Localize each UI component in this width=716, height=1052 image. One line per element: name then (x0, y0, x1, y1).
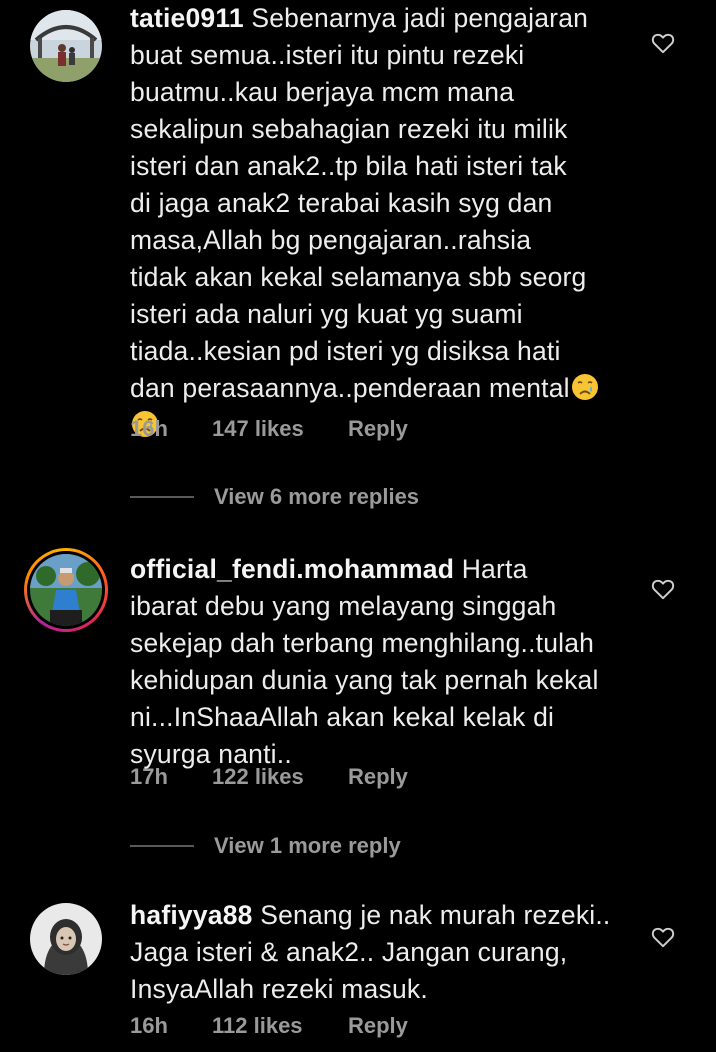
comment-text-line: buatmu..kau berjaya mcm mana (130, 77, 515, 107)
reply-button[interactable]: Reply (348, 1011, 408, 1041)
avatar[interactable] (30, 903, 102, 975)
reply-button[interactable]: Reply (348, 762, 408, 792)
comment-likes-count[interactable]: 147 likes (212, 414, 304, 444)
comment-text-line: isteri ada naluri yg kuat yg suami (130, 299, 523, 329)
comment-text-line: InsyaAllah rezeki masuk. (130, 974, 428, 1004)
comment-likes-count[interactable]: 112 likes (212, 1011, 303, 1041)
avatar-photo (30, 10, 102, 82)
comment-text-line: dan perasaannya..penderaan mental (130, 373, 570, 403)
comment-text-line: Harta (461, 554, 528, 584)
comment-text: official_fendi.mohammad Harta ibarat deb… (130, 551, 630, 773)
comment-text-line: ni...InShaaAllah akan kekal kelak di (130, 702, 555, 732)
comment-text-line: di jaga anak2 terabai kasih syg dan (130, 188, 553, 218)
avatar[interactable] (30, 554, 102, 626)
comment-username[interactable]: official_fendi.mohammad (130, 554, 454, 584)
comment-username[interactable]: hafiyya88 (130, 900, 253, 930)
comment-text-line: tidak akan kekal selamanya sbb seorg (130, 262, 587, 292)
divider (130, 496, 194, 498)
view-more-replies-label: View 6 more replies (214, 484, 420, 509)
comment-text-line: Sebenarnya jadi pengajaran (251, 3, 589, 33)
comment-text: tatie0911 Sebenarnya jadi pengajaran bua… (130, 0, 630, 444)
crying-face-emoji (571, 374, 598, 400)
avatar[interactable] (30, 10, 102, 82)
avatar-photo (30, 903, 102, 975)
divider (130, 845, 194, 847)
comment-text: hafiyya88 Senang je nak murah rezeki.. J… (130, 897, 630, 1008)
comment-text-line: Senang je nak murah rezeki.. (260, 900, 611, 930)
heart-outline-icon[interactable] (650, 576, 676, 602)
comment-text-line: buat semua..isteri itu pintu rezeki (130, 40, 525, 70)
comment-username[interactable]: tatie0911 (130, 3, 244, 33)
comment-timestamp: 16h (130, 416, 168, 441)
comment-text-line: masa,Allah bg pengajaran..rahsia (130, 225, 532, 255)
comment-likes-count[interactable]: 122 likes (212, 762, 304, 792)
comment-timestamp: 16h (130, 1013, 168, 1038)
heart-outline-icon[interactable] (650, 924, 676, 950)
story-ring[interactable] (24, 548, 108, 632)
view-more-replies-label: View 1 more reply (214, 833, 401, 858)
comment-text-line: kehidupan dunia yang tak pernah kekal (130, 665, 599, 695)
comment-text-line: ibarat debu yang melayang singgah (130, 591, 557, 621)
reply-button[interactable]: Reply (348, 414, 408, 444)
heart-outline-icon[interactable] (650, 30, 676, 56)
comment-text-line: sekejap dah terbang menghilang..tulah (130, 628, 595, 658)
comment-text-line: tiada..kesian pd isteri yg disiksa hati (130, 336, 561, 366)
avatar-photo (30, 554, 102, 626)
comment-timestamp: 17h (130, 764, 168, 789)
comment-text-line: isteri dan anak2..tp bila hati isteri ta… (130, 151, 567, 181)
comment-text-line: sekalipun sebahagian rezeki itu milik (130, 114, 568, 144)
comment-text-line: Jaga isteri & anak2.. Jangan curang, (130, 937, 568, 967)
